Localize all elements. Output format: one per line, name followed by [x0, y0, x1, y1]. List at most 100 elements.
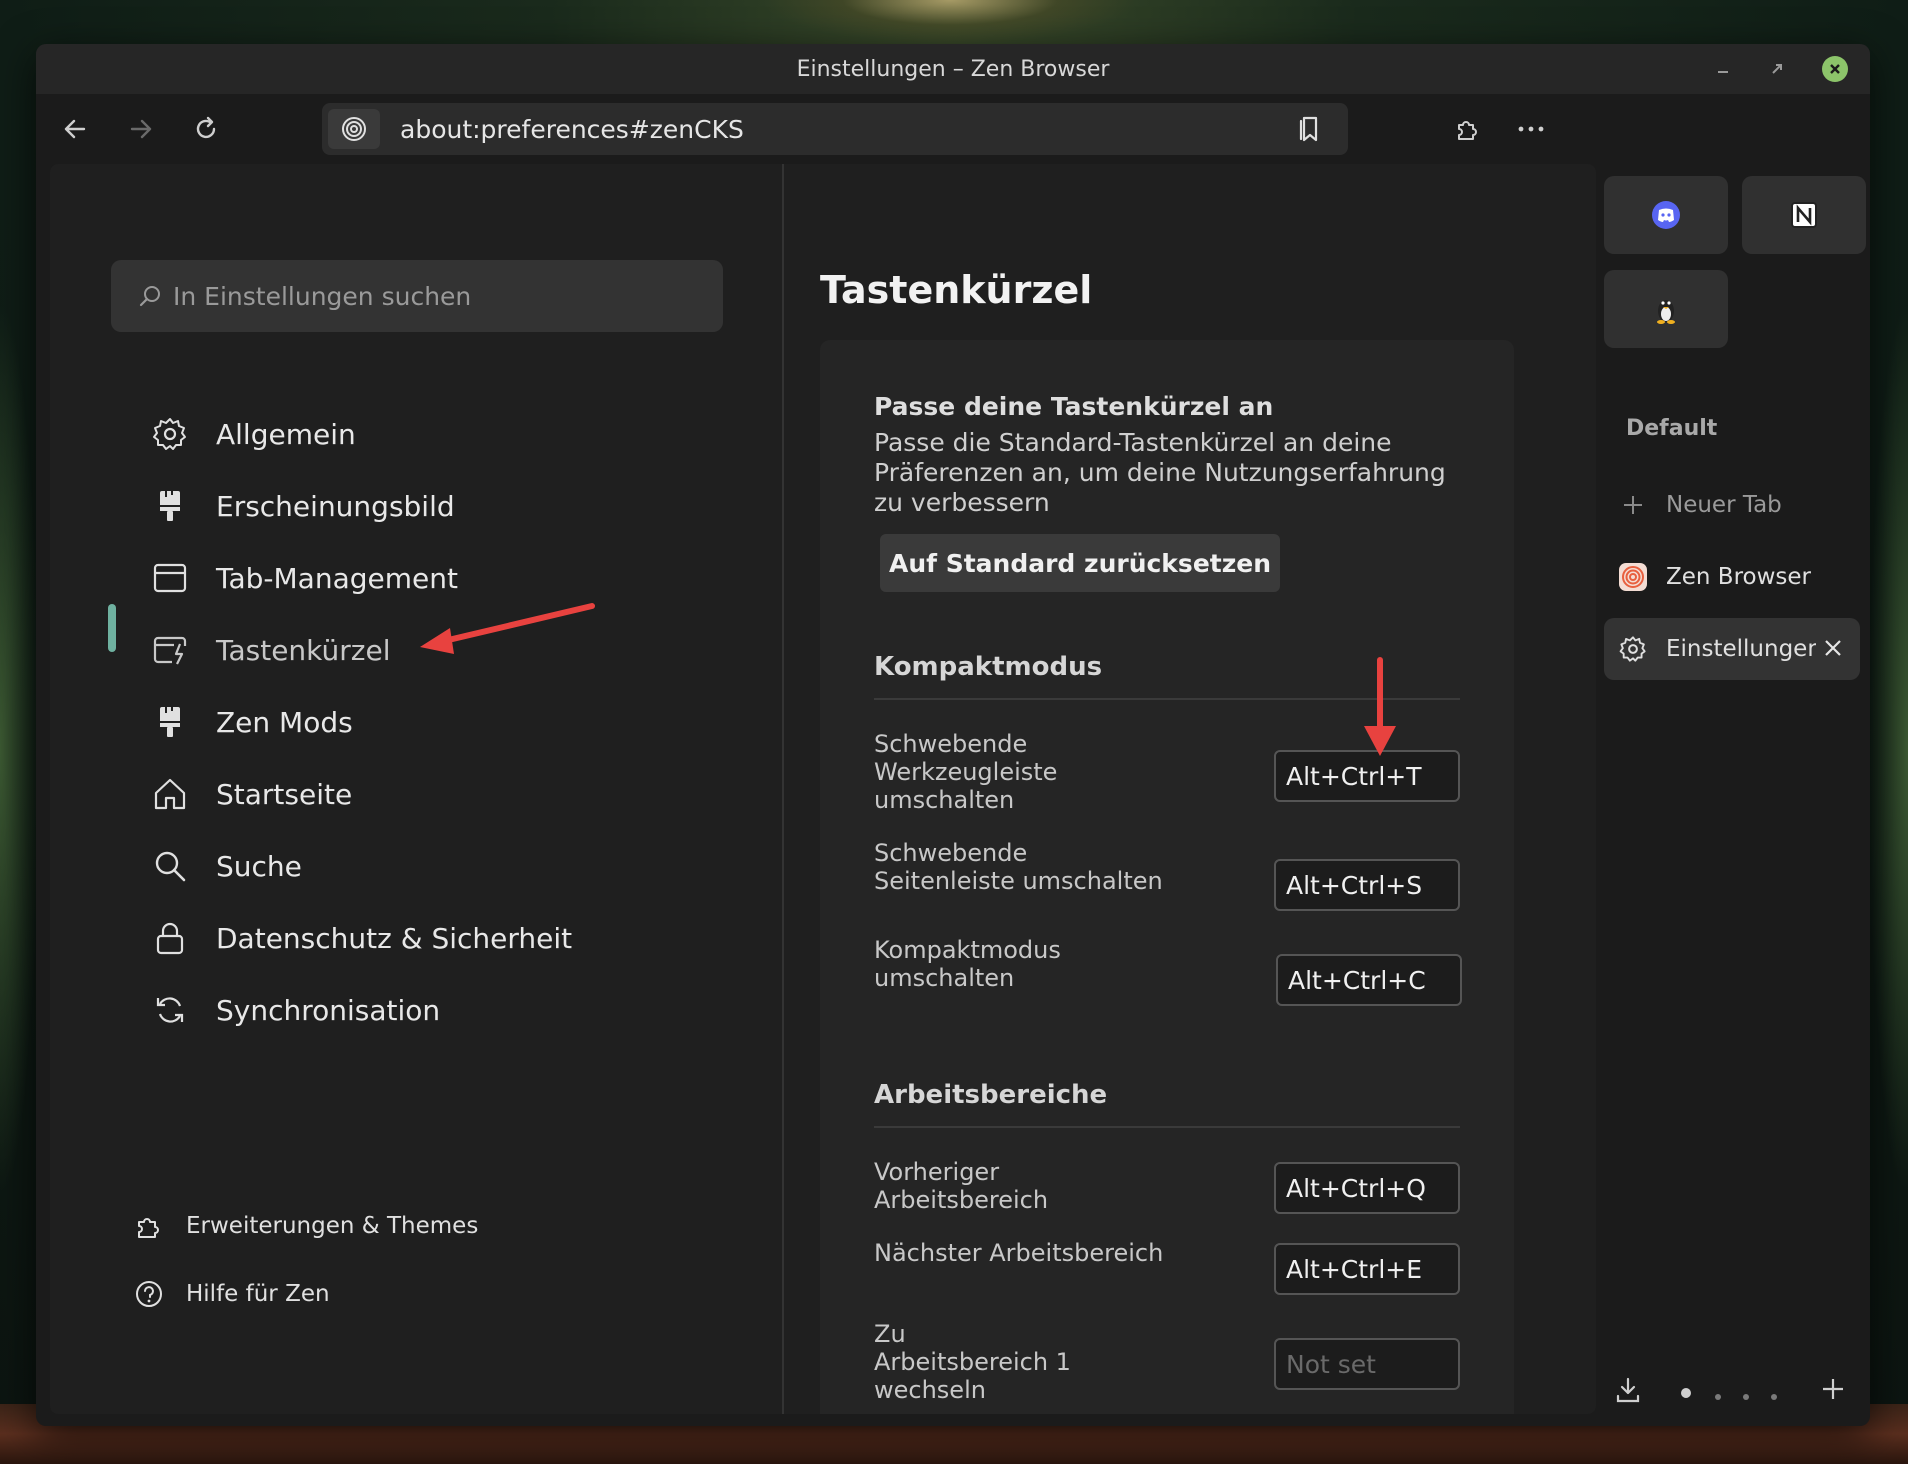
- nav-item-allgemein[interactable]: Allgemein: [150, 404, 356, 464]
- shortcut-key-input[interactable]: Alt+Ctrl+S: [1274, 859, 1460, 911]
- shortcut-label: Nächster Arbeitsbereich: [874, 1239, 1164, 1267]
- home-icon: [150, 774, 190, 814]
- add-workspace-button[interactable]: [1820, 1376, 1846, 1406]
- nav-item-erscheinungsbild[interactable]: Erscheinungsbild: [150, 476, 455, 536]
- shortcut-key-input-unset[interactable]: Not set: [1274, 1338, 1460, 1390]
- nav-item-tab-management[interactable]: Tab-Management: [150, 548, 458, 608]
- workspace-dot-active[interactable]: [1680, 1384, 1692, 1403]
- card-heading: Passe deine Tastenkürzel an: [874, 392, 1274, 421]
- sidebar-bottom-bar: [1596, 1368, 1870, 1412]
- nav-item-label: Datenschutz & Sicherheit: [216, 921, 573, 955]
- nav-item-label: Tab-Management: [216, 561, 458, 595]
- tab-label: Zen Browser: [1666, 564, 1811, 590]
- nav-item-label: Synchronisation: [216, 993, 441, 1027]
- workspace-name: Default: [1626, 416, 1718, 441]
- downloads-button[interactable]: [1614, 1376, 1642, 1408]
- tab-label: Einstellungen: [1666, 636, 1816, 662]
- reset-defaults-button[interactable]: Auf Standard zurücksetzen: [880, 534, 1280, 592]
- lock-icon: [150, 918, 190, 958]
- window-icon: [150, 558, 190, 598]
- arrow-right-icon: [130, 119, 152, 139]
- search-icon: [137, 283, 163, 309]
- forward-button[interactable]: [116, 104, 166, 154]
- url-text[interactable]: about:preferences#zenCKS: [400, 115, 1290, 144]
- minimize-icon: [1718, 71, 1728, 73]
- puzzle-icon: [134, 1211, 164, 1241]
- puzzle-icon: [1458, 121, 1477, 140]
- url-bar[interactable]: about:preferences#zenCKS: [322, 103, 1348, 155]
- section-divider: [874, 698, 1460, 700]
- section-title-arbeitsbereiche: Arbeitsbereiche: [874, 1080, 1108, 1110]
- gear-icon: [1618, 635, 1648, 663]
- titlebar[interactable]: Einstellungen – Zen Browser: [36, 44, 1870, 94]
- discord-icon: [1652, 201, 1680, 229]
- preferences-page: In Einstellungen suchen Allgemein Ersche…: [50, 164, 1596, 1414]
- nav-item-label: Zen Mods: [216, 705, 353, 739]
- essential-tab-linux[interactable]: [1604, 270, 1728, 348]
- shortcut-key-input[interactable]: Alt+Ctrl+T: [1274, 750, 1460, 802]
- window-title: Einstellungen – Zen Browser: [796, 56, 1110, 82]
- essential-tab-notion[interactable]: [1742, 176, 1866, 254]
- gear-icon: [150, 414, 190, 454]
- back-button[interactable]: [50, 104, 100, 154]
- arrow-left-icon: [64, 119, 86, 139]
- preferences-main: Tastenkürzel Passe deine Tastenkürzel an…: [786, 164, 1596, 1414]
- site-identity-button[interactable]: [328, 109, 380, 149]
- shortcut-label: Zu Arbeitsbereich 1 wechseln: [874, 1320, 1071, 1404]
- nav-item-startseite[interactable]: Startseite: [150, 764, 352, 824]
- new-tab-button[interactable]: Neuer Tab: [1604, 474, 1860, 536]
- new-tab-label: Neuer Tab: [1666, 492, 1782, 518]
- background-plant-left: [0, 300, 40, 1200]
- card-description: Passe die Standard-Tastenkürzel an deine…: [874, 428, 1446, 517]
- keyboard-shortcut-icon: [150, 630, 190, 670]
- reload-button[interactable]: [181, 104, 231, 154]
- linux-penguin-icon: [1657, 300, 1675, 324]
- navigation-toolbar: about:preferences#zenCKS: [36, 94, 1870, 164]
- nav-item-label: Tastenkürzel: [216, 633, 391, 667]
- footer-help-link[interactable]: Hilfe für Zen: [134, 1272, 330, 1316]
- shortcut-label: Schwebende Werkzeugleiste umschalten: [874, 730, 1058, 814]
- close-window-button[interactable]: [1822, 56, 1848, 82]
- plus-icon: [1618, 494, 1648, 516]
- more-horizontal-icon: [1518, 126, 1544, 132]
- preferences-sidebar: In Einstellungen suchen Allgemein Ersche…: [50, 164, 784, 1414]
- background-lamp: [760, 0, 1140, 44]
- shortcut-key-input[interactable]: Alt+Ctrl+E: [1274, 1243, 1460, 1295]
- shortcut-label: Kompaktmodus umschalten: [874, 936, 1061, 992]
- workspace-dot[interactable]: [1714, 1386, 1722, 1405]
- bookmark-button[interactable]: [1290, 115, 1330, 143]
- zen-logo-icon: [1618, 562, 1648, 592]
- nav-item-synchronisation[interactable]: Synchronisation: [150, 980, 440, 1040]
- close-icon: [1830, 64, 1840, 74]
- shortcut-key-input[interactable]: Alt+Ctrl+C: [1276, 954, 1462, 1006]
- footer-extensions-link[interactable]: Erweiterungen & Themes: [134, 1204, 478, 1248]
- minimize-button[interactable]: [1716, 44, 1730, 94]
- section-divider: [874, 1126, 1460, 1128]
- page-title: Tastenkürzel: [820, 268, 1093, 312]
- nav-item-suche[interactable]: Suche: [150, 836, 302, 896]
- menu-button[interactable]: [1506, 104, 1556, 154]
- workspace-dot[interactable]: [1770, 1386, 1778, 1405]
- maximize-button[interactable]: [1770, 44, 1784, 94]
- shortcut-label: Schwebende Seitenleiste umschalten: [874, 839, 1163, 895]
- preferences-search-input[interactable]: In Einstellungen suchen: [111, 260, 723, 332]
- footer-label: Hilfe für Zen: [186, 1281, 330, 1307]
- close-icon: [1825, 640, 1841, 656]
- shortcut-key-input[interactable]: Alt+Ctrl+Q: [1274, 1162, 1460, 1214]
- tab-zen-browser[interactable]: Zen Browser: [1604, 546, 1860, 608]
- nav-item-label: Suche: [216, 849, 302, 883]
- essential-tab-discord[interactable]: [1604, 176, 1728, 254]
- paintbrush-icon: [150, 702, 190, 742]
- nav-item-zen-mods[interactable]: Zen Mods: [150, 692, 353, 752]
- search-placeholder: In Einstellungen suchen: [173, 281, 472, 311]
- nav-item-tastenkuerzel[interactable]: Tastenkürzel: [150, 620, 390, 680]
- footer-label: Erweiterungen & Themes: [186, 1213, 479, 1239]
- restore-icon: [1772, 64, 1782, 74]
- extensions-button[interactable]: [1442, 104, 1492, 154]
- workspace-dot[interactable]: [1742, 1386, 1750, 1405]
- close-tab-button[interactable]: [1824, 634, 1842, 664]
- tab-einstellungen[interactable]: Einstellungen: [1604, 618, 1860, 680]
- nav-item-datenschutz[interactable]: Datenschutz & Sicherheit: [150, 908, 572, 968]
- shortcuts-card: Passe deine Tastenkürzel an Passe die St…: [820, 340, 1514, 1414]
- section-title-kompaktmodus: Kompaktmodus: [874, 652, 1103, 682]
